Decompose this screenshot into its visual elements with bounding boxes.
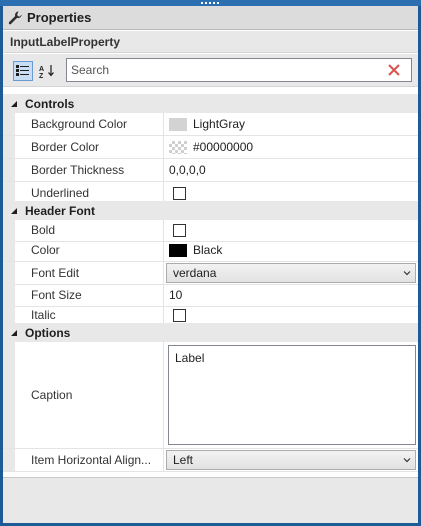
svg-text:A: A <box>39 66 44 73</box>
collapse-arrow-icon[interactable] <box>9 328 19 338</box>
dropdown-value: verdana <box>173 266 217 280</box>
property-name: Background Color <box>31 117 128 131</box>
description-area <box>3 477 418 523</box>
alphabetical-sort-icon: A Z <box>39 65 54 78</box>
search-input[interactable] <box>71 61 371 79</box>
chevron-down-icon <box>403 271 411 276</box>
color-swatch <box>169 117 187 131</box>
value-text: 10 <box>169 288 183 302</box>
category-label: Header Font <box>25 203 96 218</box>
color-swatch <box>169 243 187 257</box>
value-text: LightGray <box>193 117 246 131</box>
property-name: Border Color <box>31 140 100 154</box>
property-row-item-horizontal-alignment[interactable]: Item Horizontal Align... Left <box>3 449 418 472</box>
property-row-border-thickness[interactable]: Border Thickness 0,0,0,0 <box>3 159 418 182</box>
category-label: Options <box>25 325 71 340</box>
property-name: Font Size <box>31 288 82 302</box>
category-options[interactable]: Options <box>3 323 418 342</box>
property-toolbar: A Z <box>3 54 418 87</box>
property-grid: Controls Background Color LightGray Bord… <box>3 88 418 477</box>
categorized-view-button[interactable] <box>13 61 33 81</box>
property-row-border-color[interactable]: Border Color #00000000 <box>3 136 418 159</box>
property-row-color[interactable]: Color Black <box>3 239 418 262</box>
properties-panel: Properties InputLabelProperty A Z Search… <box>3 6 418 523</box>
alphabetical-view-button[interactable]: A Z <box>37 61 57 81</box>
transparent-swatch <box>169 140 187 154</box>
property-value[interactable]: Black <box>169 239 414 261</box>
property-name: Border Thickness <box>31 163 125 177</box>
property-name: Caption <box>31 388 73 402</box>
value-text: #00000000 <box>193 140 254 154</box>
grip-dots-icon <box>201 2 221 4</box>
underlined-checkbox[interactable] <box>173 186 186 200</box>
property-row-font-edit[interactable]: Font Edit verdana <box>3 262 418 285</box>
panel-title: Properties <box>27 10 92 25</box>
font-edit-dropdown[interactable]: verdana <box>166 263 416 283</box>
search-box <box>66 58 412 82</box>
chevron-down-icon <box>403 458 411 463</box>
collapse-arrow-icon[interactable] <box>9 206 19 216</box>
property-name: Item Horizontal Align... <box>31 453 152 467</box>
category-header-font[interactable]: Header Font <box>3 201 418 220</box>
bold-checkbox[interactable] <box>173 223 186 237</box>
property-value[interactable]: #00000000 <box>169 136 414 158</box>
category-label: Controls <box>25 96 75 111</box>
svg-text:Z: Z <box>39 73 44 78</box>
selected-object-name: InputLabelProperty <box>3 31 418 53</box>
clear-search-icon[interactable] <box>387 63 401 77</box>
panel-titlebar: Properties <box>3 6 418 30</box>
property-name: Font Edit <box>31 266 80 280</box>
value-text: 0,0,0,0 <box>169 163 206 177</box>
property-value[interactable]: LightGray <box>169 113 414 135</box>
property-value[interactable]: 10 <box>169 284 414 306</box>
wrench-icon <box>8 11 22 24</box>
caption-textarea[interactable]: Label <box>168 345 416 445</box>
category-controls[interactable]: Controls <box>3 94 418 113</box>
window-frame: Properties InputLabelProperty A Z Search… <box>0 0 421 526</box>
property-value[interactable]: 0,0,0,0 <box>169 159 414 181</box>
alignment-dropdown[interactable]: Left <box>166 450 416 470</box>
property-row-background-color[interactable]: Background Color LightGray <box>3 113 418 136</box>
property-name: Color <box>31 243 60 257</box>
property-name: Bold <box>31 223 56 237</box>
italic-checkbox[interactable] <box>173 308 186 322</box>
value-text: Black <box>193 243 223 257</box>
property-row-caption[interactable]: Caption Label <box>3 341 418 449</box>
dropdown-value: Left <box>173 453 194 467</box>
categorized-view-icon <box>16 65 29 76</box>
collapse-arrow-icon[interactable] <box>9 99 19 109</box>
